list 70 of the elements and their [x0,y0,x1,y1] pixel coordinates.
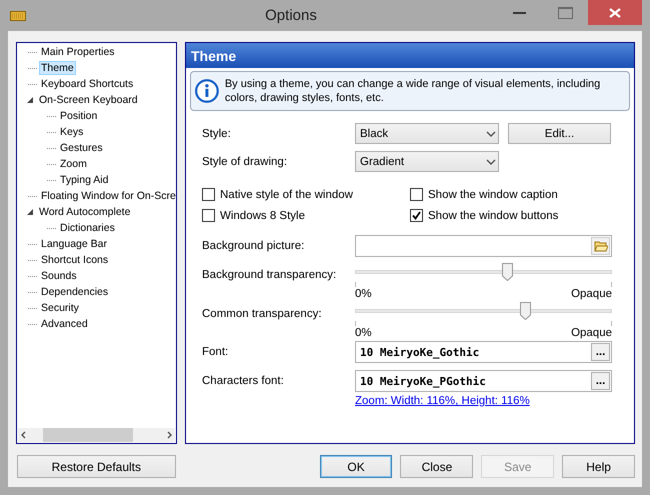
tree-item[interactable]: Sounds [39,269,79,283]
checkbox-label: Windows 8 Style [220,210,306,222]
background-picture-field[interactable] [355,235,612,257]
caret-icon [484,158,498,166]
checkbox-label: Show the window buttons [428,210,558,222]
slider-label: Common transparency: [202,308,323,320]
font-field[interactable]: 10 MeiryoKe_Gothic ... [355,341,612,363]
slider-label: Background transparency: [202,269,338,281]
tree-item[interactable]: Language Bar [39,237,109,251]
checkbox[interactable] [410,209,423,222]
tree-item[interactable]: Keys [58,125,86,139]
window-title: Options [264,7,318,24]
transparency-slider[interactable] [355,263,612,281]
min-label: 0% [355,288,372,300]
tree-item[interactable]: Theme [39,61,76,75]
transparency-slider[interactable] [355,302,612,320]
tree-item[interactable]: Dependencies [39,285,110,299]
checkbox[interactable] [410,188,423,201]
max-label: Opaque [571,288,612,300]
minimize-icon [512,11,526,14]
tree-item[interactable]: Gestures [58,141,105,155]
field-label: Style of drawing: [202,156,288,168]
font-picker-button[interactable]: ... [591,343,610,361]
tree-item[interactable]: Main Properties [39,45,117,59]
checkbox-label: Native style of the window [220,188,353,200]
field-label: Font: [202,346,230,358]
checkbox[interactable] [202,209,215,222]
drawing-style-dropdown[interactable]: Gradient [355,151,499,172]
dialog-button[interactable]: OK [320,455,392,478]
font-picker-button[interactable]: ... [591,372,610,390]
tree-item[interactable]: Position [58,109,100,123]
tree-item[interactable]: Advanced [39,317,90,331]
max-label: Opaque [571,327,612,339]
collapse-arrow-icon[interactable] [27,209,33,215]
tree-item[interactable]: Typing Aid [58,173,110,187]
info-text: By using a theme, you can change a wide range of visual elements, including colors, drawing styles, fonts, etc. [224,77,602,105]
folder-icon [594,240,608,252]
dialog-button[interactable]: Help [562,455,636,478]
panel-title: Theme [186,43,634,68]
tree-item[interactable]: Zoom [58,157,89,171]
tree-item[interactable]: Floating Window for On-Scre [39,189,176,203]
field-label: Style: [202,128,232,140]
field-label: Background picture: [202,240,306,252]
slider-thumb[interactable] [502,263,513,281]
tree-item[interactable]: Security [39,301,81,315]
scrollbar-thumb[interactable] [43,428,133,442]
maximize-icon [558,6,572,18]
tree-item[interactable]: Word Autocomplete [37,205,132,219]
dialog-button[interactable]: Restore Defaults [17,455,176,478]
browse-button[interactable] [591,237,610,255]
caret-icon [484,130,498,138]
tree-item[interactable]: On-Screen Keyboard [37,93,140,107]
close-icon [609,8,621,18]
keyboard-icon [10,10,26,20]
tree-item[interactable]: Dictionaries [58,221,117,235]
tree-item[interactable]: Shortcut Icons [39,253,110,267]
collapse-arrow-icon[interactable] [27,97,33,103]
style-dropdown[interactable]: Black [355,123,499,144]
edit-button[interactable]: Edit... [508,123,611,144]
dialog-button[interactable]: Close [400,455,474,478]
slider-thumb[interactable] [520,302,531,320]
checkbox-label: Show the window caption [428,188,558,200]
min-label: 0% [355,327,372,339]
horizontal-scrollbar[interactable] [18,428,175,442]
checkbox[interactable] [202,188,215,201]
tree-item[interactable]: Keyboard Shortcuts [39,77,136,91]
close-button[interactable] [588,0,642,25]
field-label: Characters font: [202,375,285,387]
zoom-link[interactable]: Zoom: Width: 116%, Height: 116% [355,395,530,407]
font-field[interactable]: 10 MeiryoKe_PGothic ... [355,370,612,392]
